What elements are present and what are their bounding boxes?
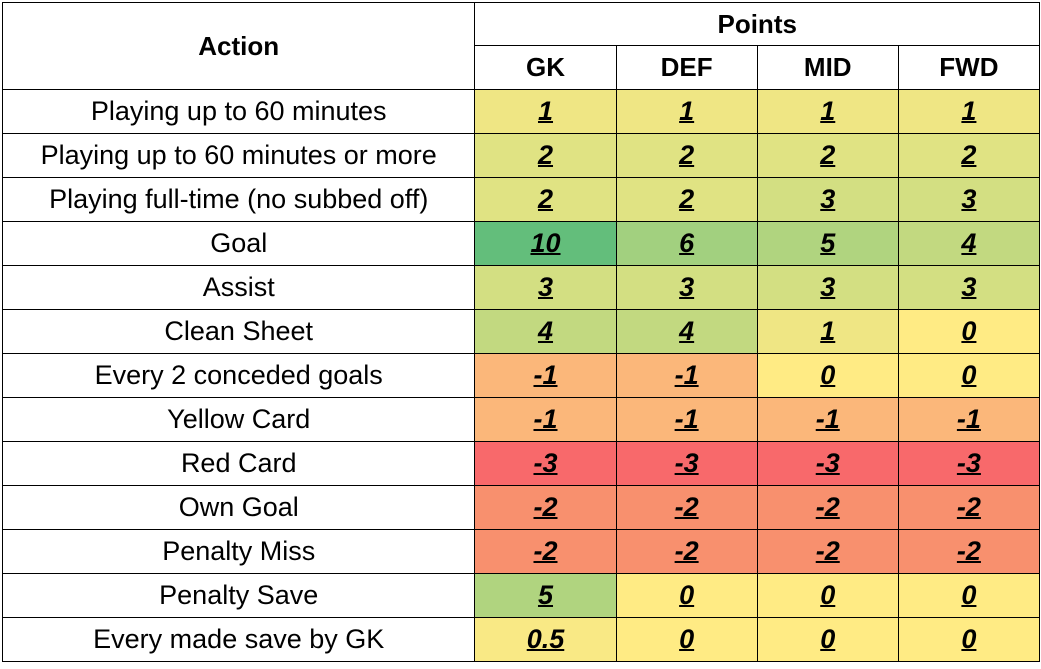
points-cell-fwd: -2 (897, 485, 1041, 530)
points-cell-gk: 5 (474, 573, 617, 618)
points-cell-gk: 10 (474, 221, 617, 266)
table-header: Action Points GK DEF MID FWD (1, 2, 1041, 90)
action-cell: Every made save by GK (1, 617, 476, 662)
points-cell-fwd: -1 (897, 397, 1041, 442)
points-cell-fwd: 3 (897, 177, 1041, 222)
table-row: Goal 10 6 5 4 (1, 221, 1041, 266)
points-cell-def: 1 (615, 89, 758, 134)
position-header-fwd: FWD (897, 45, 1041, 90)
points-cell-mid: 0 (756, 353, 899, 398)
points-cell-gk: -1 (474, 397, 617, 442)
action-cell: Red Card (1, 441, 476, 486)
table-row: Playing up to 60 minutes or more 2 2 2 2 (1, 133, 1041, 178)
points-cell-mid: 3 (756, 177, 899, 222)
points-cell-def: 4 (615, 309, 758, 354)
points-cell-mid: 0 (756, 573, 899, 618)
points-cell-def: -1 (615, 397, 758, 442)
points-cell-gk: 4 (474, 309, 617, 354)
points-cell-def: -2 (615, 485, 758, 530)
action-header: Action (1, 2, 476, 90)
table-row: Penalty Save 5 0 0 0 (1, 573, 1041, 618)
points-cell-mid: 2 (756, 133, 899, 178)
table-row: Every made save by GK 0.5 0 0 0 (1, 617, 1041, 662)
points-cell-gk: 0.5 (474, 617, 617, 662)
points-cell-def: -2 (615, 529, 758, 574)
points-cell-fwd: -2 (897, 529, 1041, 574)
points-cell-fwd: -3 (897, 441, 1041, 486)
action-cell: Penalty Miss (1, 529, 476, 574)
points-cell-def: 6 (615, 221, 758, 266)
points-cell-def: -1 (615, 353, 758, 398)
points-header: Points (474, 2, 1040, 46)
action-cell: Playing full-time (no subbed off) (1, 177, 476, 222)
table-row: Clean Sheet 4 4 1 0 (1, 309, 1041, 354)
action-cell: Goal (1, 221, 476, 266)
action-cell: Assist (1, 265, 476, 310)
table-row: Every 2 conceded goals -1 -1 0 0 (1, 353, 1041, 398)
points-cell-mid: -3 (756, 441, 899, 486)
points-cell-fwd: 0 (897, 309, 1041, 354)
points-cell-mid: 0 (756, 617, 899, 662)
action-cell: Penalty Save (1, 573, 476, 618)
points-cell-gk: 1 (474, 89, 617, 134)
points-cell-fwd: 1 (897, 89, 1041, 134)
table-row: Playing full-time (no subbed off) 2 2 3 3 (1, 177, 1041, 222)
position-header-gk: GK (474, 45, 617, 90)
points-cell-def: 0 (615, 617, 758, 662)
action-cell: Playing up to 60 minutes or more (1, 133, 476, 178)
points-cell-gk: -2 (474, 485, 617, 530)
table-body: Playing up to 60 minutes 1 1 1 1 Playing up t… (1, 89, 1041, 662)
table-row: Penalty Miss -2 -2 -2 -2 (1, 529, 1041, 574)
points-cell-fwd: 0 (897, 617, 1041, 662)
points-cell-mid: -2 (756, 485, 899, 530)
table-row: Red Card -3 -3 -3 -3 (1, 441, 1041, 486)
points-cell-fwd: 2 (897, 133, 1041, 178)
points-cell-def: 3 (615, 265, 758, 310)
points-cell-gk: -3 (474, 441, 617, 486)
action-cell: Playing up to 60 minutes (1, 89, 476, 134)
points-cell-mid: -1 (756, 397, 899, 442)
points-cell-mid: 3 (756, 265, 899, 310)
points-cell-def: -3 (615, 441, 758, 486)
points-cell-mid: 1 (756, 309, 899, 354)
table-row: Yellow Card -1 -1 -1 -1 (1, 397, 1041, 442)
action-cell: Every 2 conceded goals (1, 353, 476, 398)
points-cell-gk: 3 (474, 265, 617, 310)
table-row: Assist 3 3 3 3 (1, 265, 1041, 310)
table-row: Playing up to 60 minutes 1 1 1 1 (1, 89, 1041, 134)
action-cell: Yellow Card (1, 397, 476, 442)
points-cell-def: 2 (615, 133, 758, 178)
points-cell-fwd: 4 (897, 221, 1041, 266)
points-cell-def: 2 (615, 177, 758, 222)
points-cell-mid: 5 (756, 221, 899, 266)
points-table: Action Points GK DEF MID FWD Playing up … (1, 2, 1041, 662)
points-cell-mid: 1 (756, 89, 899, 134)
points-cell-fwd: 3 (897, 265, 1041, 310)
points-cell-gk: -2 (474, 529, 617, 574)
position-header-def: DEF (615, 45, 758, 90)
points-cell-gk: 2 (474, 177, 617, 222)
points-cell-gk: -1 (474, 353, 617, 398)
action-cell: Own Goal (1, 485, 476, 530)
points-cell-gk: 2 (474, 133, 617, 178)
points-cell-fwd: 0 (897, 353, 1041, 398)
points-cell-def: 0 (615, 573, 758, 618)
points-cell-mid: -2 (756, 529, 899, 574)
action-cell: Clean Sheet (1, 309, 476, 354)
table-row: Own Goal -2 -2 -2 -2 (1, 485, 1041, 530)
position-header-mid: MID (756, 45, 899, 90)
points-cell-fwd: 0 (897, 573, 1041, 618)
